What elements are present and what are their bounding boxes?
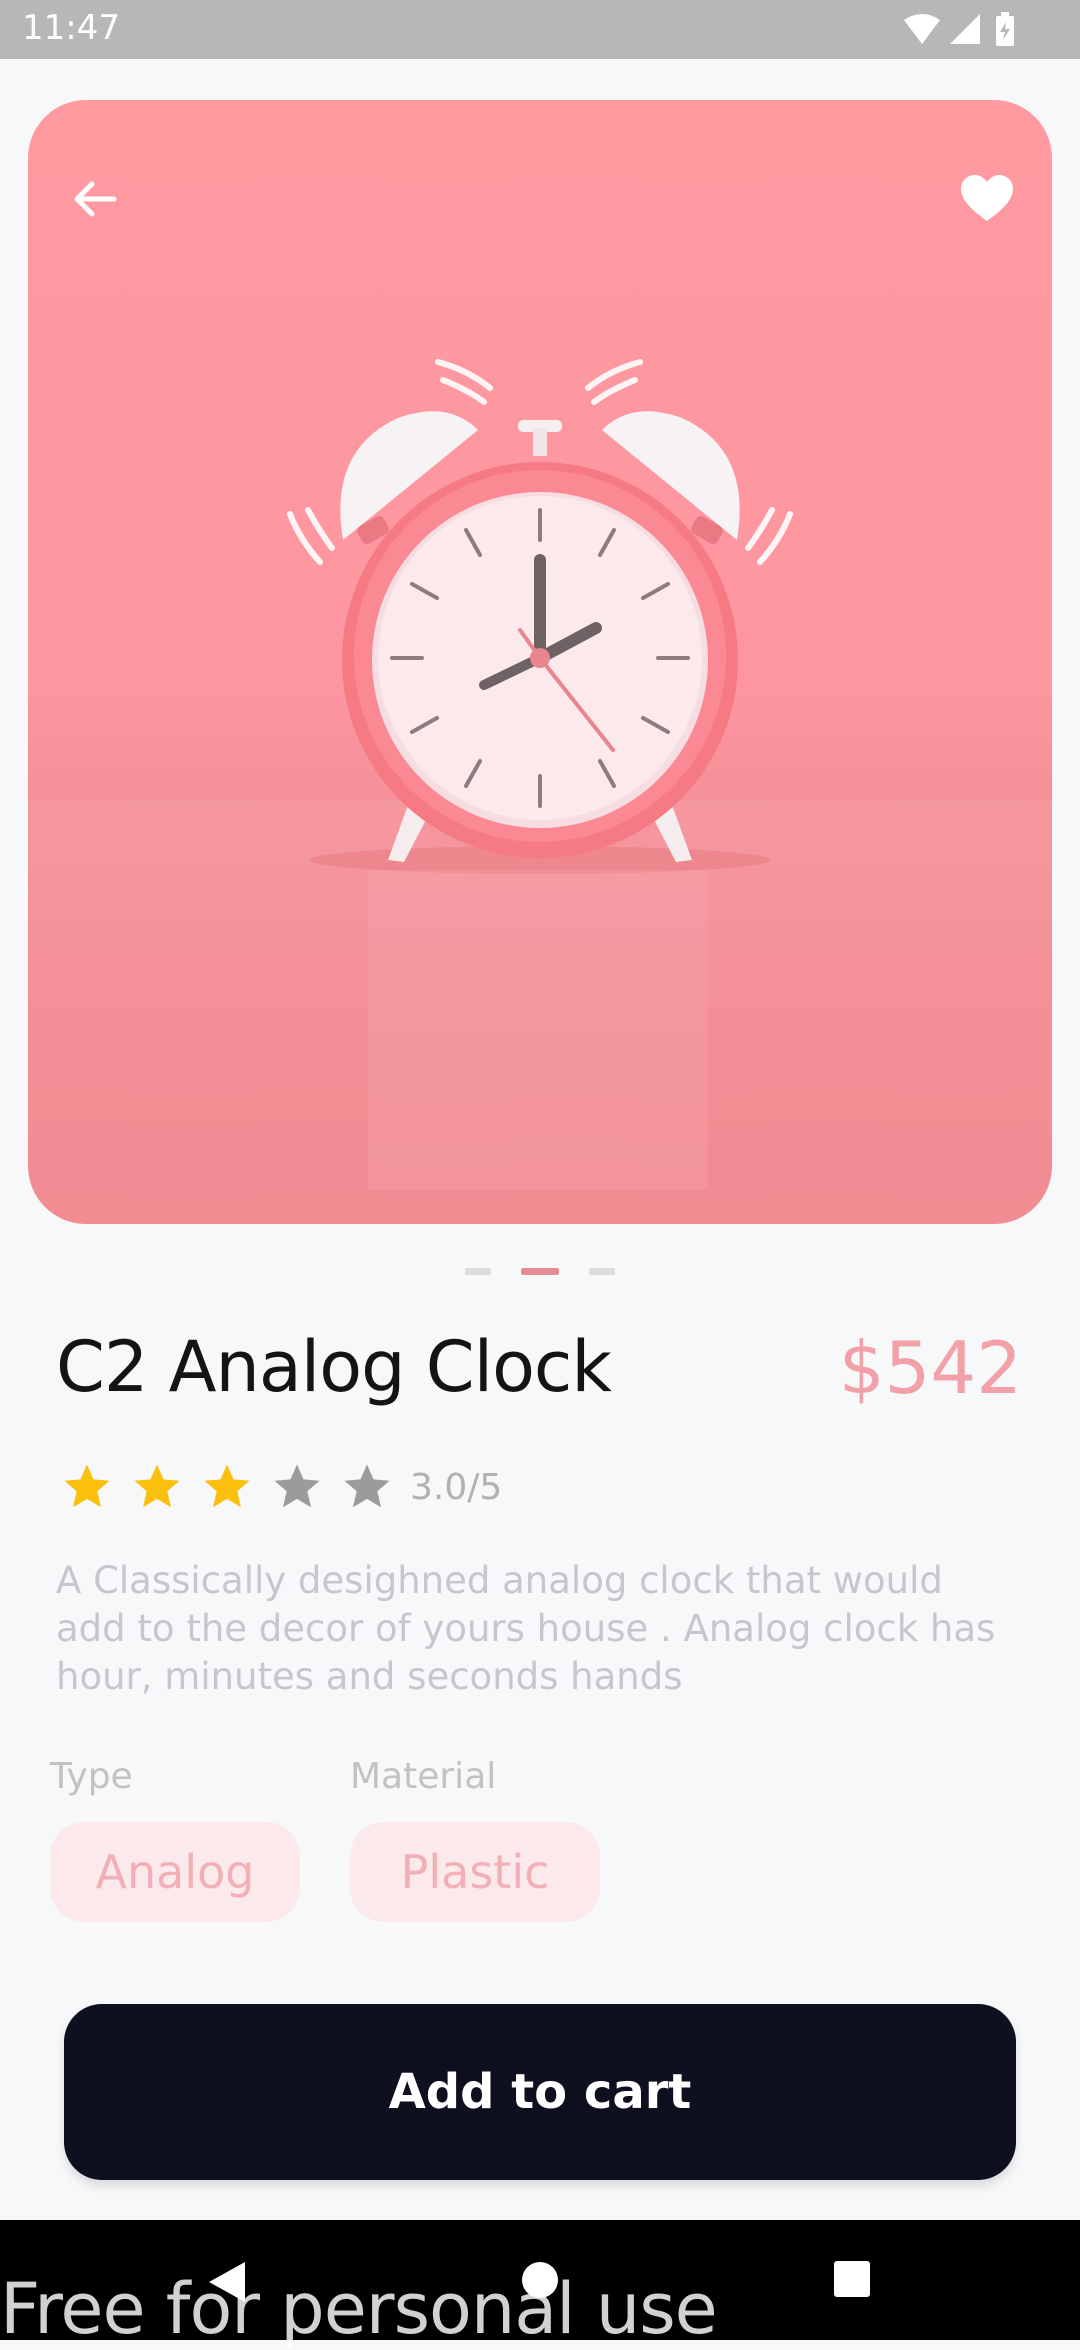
rating-text: 3.0/5: [410, 1466, 503, 1508]
watermark-text: Free for personal use: [0, 2268, 718, 2350]
favorite-button[interactable]: [942, 154, 1032, 244]
signal-icon: [950, 14, 980, 44]
status-bar: 11:47: [0, 0, 1080, 59]
alarm-clock-image: [287, 359, 793, 1190]
back-button[interactable]: [50, 154, 140, 244]
star-icon: [274, 1464, 320, 1508]
star-icon: [134, 1464, 180, 1508]
status-icons: [904, 12, 1014, 46]
rating: 3.0/5: [60, 1460, 502, 1514]
star-icon: [344, 1464, 390, 1508]
pager-dot-active[interactable]: [521, 1268, 559, 1275]
type-label: Type: [50, 1756, 133, 1797]
product-price: $542: [838, 1326, 1022, 1410]
pager-dot[interactable]: [589, 1268, 615, 1275]
arrow-left-icon: [74, 181, 117, 217]
add-to-cart-button[interactable]: Add to cart: [64, 2004, 1016, 2180]
product-description: A Classically desighned analog clock tha…: [56, 1559, 996, 1698]
star-icon: [204, 1464, 250, 1508]
material-label: Material: [350, 1756, 497, 1797]
nav-recents-icon[interactable]: [833, 2260, 871, 2298]
product-title: C2 Analog Clock: [56, 1326, 612, 1408]
image-pager: [0, 1268, 1080, 1276]
product-image-carousel[interactable]: [28, 100, 1052, 1224]
pager-dot[interactable]: [465, 1268, 491, 1275]
heart-icon: [961, 175, 1013, 221]
wifi-icon: [904, 14, 940, 44]
star-icon: [64, 1464, 110, 1508]
battery-icon: [996, 12, 1014, 46]
status-time: 11:47: [22, 8, 120, 48]
material-chip[interactable]: Plastic: [350, 1822, 600, 1922]
type-chip[interactable]: Analog: [50, 1822, 300, 1922]
